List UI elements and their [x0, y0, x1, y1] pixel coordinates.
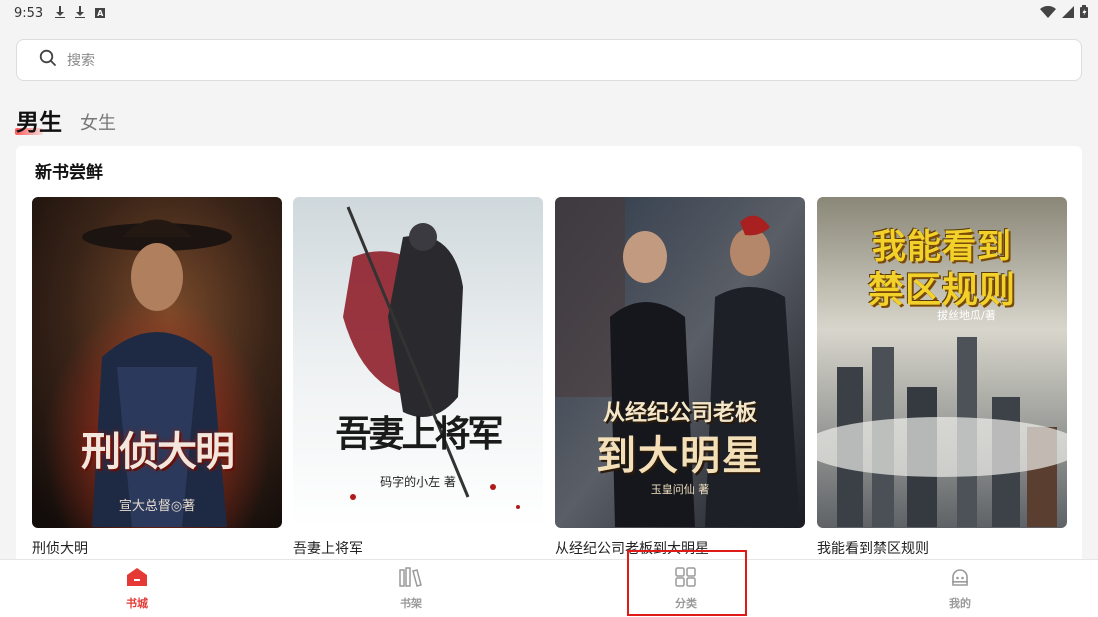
book-cover-author: 拔丝地瓜/著: [937, 309, 996, 322]
book-cover-title-line2: 禁区规则: [867, 269, 1016, 311]
book-title: 吾妻上将军: [293, 541, 363, 557]
signal-icon: [1062, 5, 1074, 22]
tab-male[interactable]: 男生: [15, 103, 62, 137]
nav-item-bookshelf[interactable]: 书架: [351, 560, 471, 617]
section-title: 新书尝鲜: [35, 163, 103, 183]
search-icon: [39, 49, 57, 71]
book-cover[interactable]: 从经纪公司老板 到大明星 玉皇问仙 著: [555, 197, 805, 528]
book-cover[interactable]: 刑侦大明 宣大总督◎著: [32, 197, 282, 528]
nav-item-profile[interactable]: 我的: [900, 560, 1020, 617]
book-title: 我能看到禁区规则: [817, 541, 929, 557]
book-cover-art: [32, 197, 282, 528]
book-cover-title: 刑侦大明: [81, 428, 235, 475]
tab-female[interactable]: 女生: [80, 109, 116, 137]
book-item[interactable]: 刑侦大明 宣大总督◎著 刑侦大明: [32, 197, 282, 558]
book-title: 从经纪公司老板到大明星: [555, 541, 709, 557]
gender-tabs: 男生 女生: [15, 103, 116, 137]
book-item[interactable]: 从经纪公司老板 到大明星 玉皇问仙 著 从经纪公司老板到大明星: [555, 197, 805, 558]
bottom-nav: 书城 书架 分类 我的: [0, 559, 1098, 617]
profile-icon: [949, 567, 971, 591]
nav-item-category[interactable]: 分类: [626, 560, 746, 617]
nav-label: 分类: [675, 597, 697, 610]
battery-icon: [1080, 5, 1088, 22]
search-bar[interactable]: 搜索: [16, 39, 1082, 81]
search-placeholder: 搜索: [67, 53, 95, 69]
category-grid-icon: [675, 567, 697, 591]
book-cover[interactable]: 吾妻上将军 码字的小左 著: [293, 197, 543, 528]
book-item[interactable]: 吾妻上将军 码字的小左 著 吾妻上将军: [293, 197, 543, 558]
download-icon: [55, 6, 66, 20]
book-cover-author: 玉皇问仙 著: [650, 483, 710, 496]
nav-label: 我的: [949, 597, 971, 610]
book-cover-author: 码字的小左 著: [380, 475, 456, 489]
nav-label: 书城: [126, 597, 148, 610]
tab-female-label: 女生: [80, 113, 116, 134]
home-icon: [126, 567, 148, 591]
book-cover-title: 吾妻上将军: [335, 413, 503, 455]
nav-item-bookstore[interactable]: 书城: [77, 560, 197, 617]
book-cover[interactable]: 我能看到 禁区规则 拔丝地瓜/著: [817, 197, 1067, 528]
book-cover-title-line2: 到大明星: [596, 432, 764, 479]
a-badge-icon: A: [95, 8, 106, 18]
bookshelf-icon: [399, 567, 423, 591]
book-item[interactable]: 我能看到 禁区规则 拔丝地瓜/著 我能看到禁区规则: [817, 197, 1067, 558]
book-cover-author: 宣大总督◎著: [118, 499, 196, 514]
wifi-icon: [1040, 5, 1056, 22]
nav-label: 书架: [400, 597, 422, 610]
status-time: 9:53: [14, 5, 44, 21]
book-title: 刑侦大明: [32, 541, 88, 557]
download-icon: [75, 6, 86, 20]
tab-male-label: 男生: [16, 110, 62, 136]
new-books-section: 新书尝鲜 刑侦大明 宣大总督◎著 刑侦大明 吾妻上将军 码字的小左 著 吾妻上将…: [16, 146, 1082, 566]
status-bar: 9:53 A: [0, 0, 1098, 26]
